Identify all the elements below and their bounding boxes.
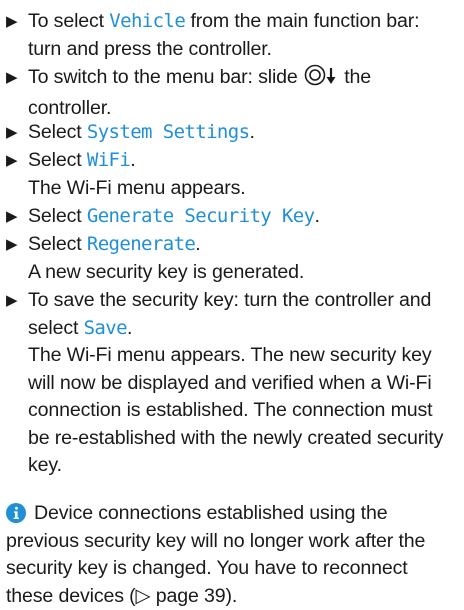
menu-keyword: Vehicle: [109, 10, 186, 32]
menu-keyword: Save: [83, 316, 128, 339]
step-save-security-key: ▶ To save the security key: turn the con…: [6, 287, 456, 480]
step-bullet-icon: ▶: [6, 152, 18, 169]
step-wifi: ▶ Select WiFi. The Wi-Fi menu appears.: [6, 147, 456, 202]
step-bullet-icon: ▶: [6, 236, 18, 253]
step-text: To select Vehicle from the main function…: [28, 10, 420, 60]
step-text: To switch to the menu bar: slide the con…: [28, 64, 372, 119]
step-text: Select Regenerate.: [28, 233, 201, 255]
info-icon: [6, 503, 26, 523]
step-generate-security-key: ▶ Select Generate Security Key.: [6, 203, 456, 231]
step-bullet-icon: ▶: [6, 13, 18, 30]
step-text: Select System Settings.: [28, 121, 255, 143]
step-system-settings: ▶ Select System Settings.: [6, 119, 456, 147]
step-result: The Wi-Fi menu appears. The new security…: [28, 344, 444, 476]
menu-keyword: System Settings: [86, 121, 250, 143]
step-result: The Wi-Fi menu appears.: [28, 176, 246, 199]
step-text: To save the security key: turn the contr…: [28, 289, 432, 339]
step-select-vehicle: ▶ To select Vehicle from the main functi…: [6, 8, 456, 63]
step-bullet-icon: ▶: [6, 292, 18, 309]
menu-keyword: WiFi: [86, 149, 131, 171]
info-note-text: Device connections established using the…: [6, 502, 426, 607]
step-bullet-icon: ▶: [6, 69, 18, 86]
step-bullet-icon: ▶: [6, 208, 18, 225]
controller-slide-down-icon: [304, 64, 338, 95]
step-bullet-icon: ▶: [6, 124, 18, 141]
menu-keyword: Generate Security Key: [86, 205, 315, 227]
step-result: A new security key is generated.: [28, 260, 305, 283]
step-text: Select Generate Security Key.: [28, 205, 320, 227]
menu-keyword: Regenerate: [86, 233, 196, 255]
step-switch-menu-bar: ▶ To switch to the menu bar: slide the c…: [6, 64, 456, 122]
info-note: Device connections established using the…: [6, 500, 456, 610]
step-text: Select WiFi.: [28, 149, 136, 171]
step-regenerate: ▶ Select Regenerate. A new security key …: [6, 231, 456, 286]
